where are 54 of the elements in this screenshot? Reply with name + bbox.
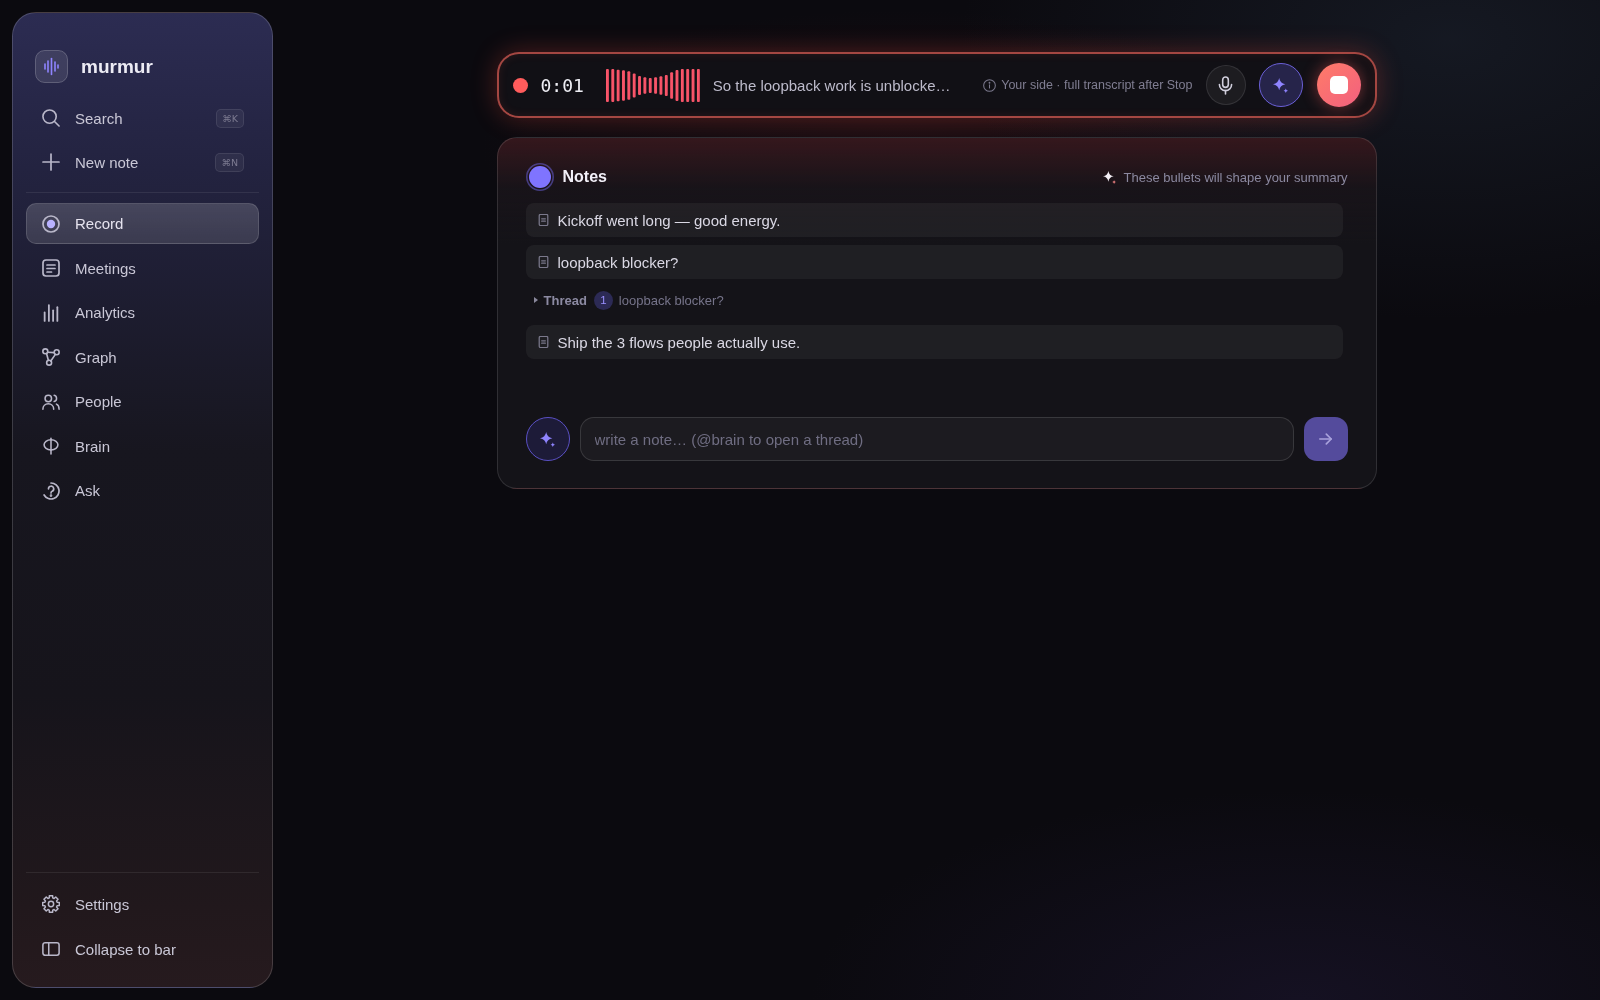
sparkle-button[interactable] <box>1258 63 1303 107</box>
sparkle-icon <box>1273 77 1288 93</box>
brain-icon <box>42 437 60 455</box>
plus-icon <box>42 153 60 171</box>
microphone-icon <box>1218 75 1233 95</box>
live-transcript: So the loopback work is unblocke… <box>712 76 952 94</box>
elapsed-time: 0:01 <box>540 74 584 96</box>
settings-button[interactable]: Settings <box>26 883 259 925</box>
transcript-hint: Your side · full transcript after Stop <box>1001 78 1193 92</box>
sparkle-button[interactable] <box>525 417 570 461</box>
note-icon <box>537 336 549 348</box>
nav-item[interactable]: Brain <box>26 425 259 467</box>
recording-dot-icon <box>512 77 528 93</box>
shortcut-hint: ⌘K <box>216 108 244 128</box>
thread-toggle[interactable]: Thread <box>543 292 587 308</box>
search-button[interactable]: Search ⌘K <box>26 96 259 140</box>
help-circle-icon <box>42 481 60 500</box>
stop-icon <box>1329 76 1348 94</box>
nav-item[interactable]: People <box>26 381 259 422</box>
sidebar-panel-icon <box>42 940 60 958</box>
thread-text: loopback blocker? <box>618 292 724 308</box>
document-list-icon <box>42 259 60 277</box>
waveform-logo-icon <box>35 50 68 83</box>
status-dot-icon <box>525 163 554 191</box>
settings-icon <box>42 895 60 913</box>
stop-button[interactable] <box>1316 63 1361 107</box>
sparkle-icon <box>540 431 555 447</box>
note-icon <box>537 256 549 268</box>
note-text: Kickoff went long — good energy. <box>557 211 781 229</box>
notes-title: Notes <box>562 168 607 186</box>
nav-item[interactable]: Record <box>26 203 259 244</box>
nav-item[interactable]: Meetings <box>26 247 259 289</box>
note-text: loopback blocker? <box>557 253 679 271</box>
microphone-button[interactable] <box>1205 65 1246 105</box>
arrow-right-icon <box>1319 433 1332 445</box>
people-icon <box>42 392 60 411</box>
shortcut-hint: ⌘N <box>215 152 244 172</box>
search-icon <box>42 109 60 127</box>
record-icon <box>42 214 60 233</box>
brand-name: murmur <box>81 55 153 78</box>
nav-item[interactable]: Analytics <box>26 292 259 333</box>
thread-count: 1 <box>593 290 613 310</box>
note-text: Ship the 3 flows people actually use. <box>557 333 801 351</box>
note-icon <box>537 214 549 226</box>
info-icon <box>983 78 997 92</box>
nav-item[interactable]: Graph <box>26 336 259 378</box>
nav-item[interactable]: Ask <box>26 470 259 511</box>
summary-hint: These bullets will shape your summary <box>1123 169 1348 185</box>
new-note-button[interactable]: New note ⌘N <box>26 140 259 184</box>
send-button[interactable] <box>1303 417 1348 461</box>
collapse-button[interactable]: Collapse to bar <box>26 928 259 970</box>
graph-nodes-icon <box>42 348 60 366</box>
bar-chart-icon <box>42 303 60 322</box>
sparkle-icon <box>1102 170 1116 184</box>
